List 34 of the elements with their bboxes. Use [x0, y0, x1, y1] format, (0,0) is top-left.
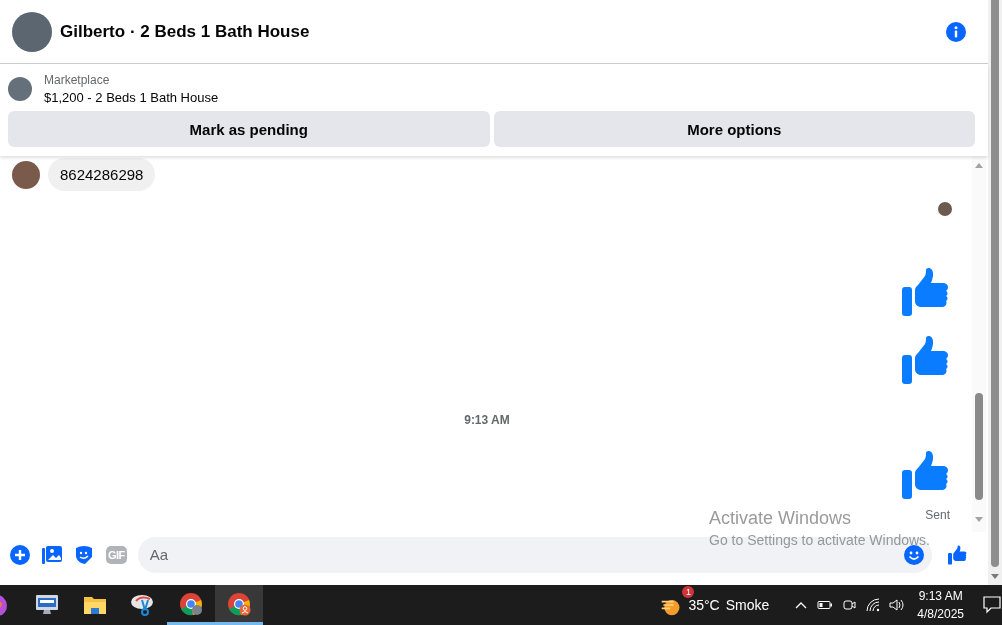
- listing-source: Marketplace: [44, 73, 111, 87]
- wifi-icon[interactable]: [865, 597, 882, 613]
- timestamp: 9:13 AM: [464, 413, 510, 427]
- scrollbar-thumb[interactable]: [991, 0, 999, 567]
- listing-photo: [8, 77, 32, 101]
- scroll-down-icon[interactable]: [991, 574, 999, 579]
- emoji-icon[interactable]: [904, 544, 924, 565]
- mark-pending-button[interactable]: Mark as pending: [8, 111, 490, 147]
- avatar-photo: [12, 11, 52, 52]
- thumbs-up-icon[interactable]: [948, 544, 968, 565]
- photo-icon[interactable]: [42, 544, 62, 565]
- notification-badge: 1: [682, 586, 695, 598]
- camera-icon[interactable]: [841, 597, 858, 613]
- read-receipt-avatar: [938, 202, 952, 216]
- scrollbar-thumb[interactable]: [975, 393, 983, 500]
- sticker-icon[interactable]: [74, 544, 94, 565]
- plus-icon[interactable]: [10, 544, 30, 565]
- avatar-photo: [12, 160, 40, 189]
- listing-title: $1,200 - 2 Beds 1 Bath House: [44, 90, 219, 105]
- message-status: Sent: [925, 508, 950, 522]
- info-icon[interactable]: [946, 21, 966, 42]
- browser-icon: [226, 590, 252, 617]
- notifications-icon[interactable]: [982, 593, 1002, 614]
- conversation-title: Gilberto · 2 Beds 1 Bath House: [60, 21, 311, 42]
- clock-time: 9:13 AM: [917, 588, 964, 605]
- browser-icon: [178, 590, 204, 617]
- message-bubble: 8624286298: [48, 158, 156, 191]
- scissors-icon: [130, 592, 156, 618]
- temperature-text: 35°C: [688, 597, 720, 613]
- weather-condition: Smoke: [725, 597, 770, 613]
- more-options-button[interactable]: More options: [493, 111, 975, 147]
- clock-date: 4/8/2025: [917, 606, 964, 623]
- taskbar-button[interactable]: [215, 585, 263, 625]
- speaker-icon[interactable]: [889, 597, 906, 613]
